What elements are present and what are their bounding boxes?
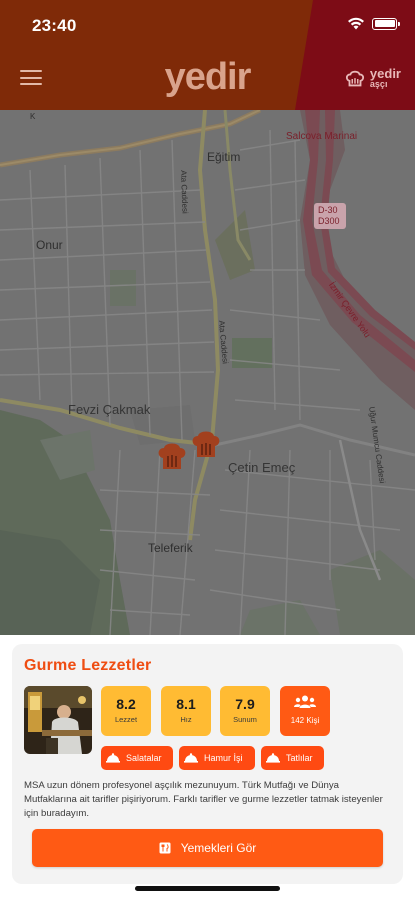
chef-photo <box>24 686 92 754</box>
tag-label: Tatlılar <box>286 753 313 763</box>
chef-detail-sheet: Gurme Lezzetler 8.2 Lezzet 8.1 Hız 7.9 S… <box>0 635 415 900</box>
map-view[interactable]: Eğitim Onur Fevzi Çakmak Çetin Emeç Tele… <box>0 110 415 635</box>
status-time: 23:40 <box>32 16 77 35</box>
score-value: 8.2 <box>116 696 136 712</box>
category-tag-hamur-isi[interactable]: Hamur İşi <box>179 746 255 770</box>
brand-link[interactable]: yedir aşçı <box>344 67 401 90</box>
battery-icon <box>372 17 400 30</box>
cloche-icon <box>106 753 120 763</box>
people-count-badge: 142 Kişi <box>280 686 330 736</box>
category-tag-tatlilar[interactable]: Tatlılar <box>261 746 324 770</box>
tag-label: Hamur İşi <box>204 753 243 763</box>
wifi-icon <box>348 17 364 30</box>
map-label-onur: Onur <box>36 238 63 252</box>
chef-hat-pin-icon <box>192 431 220 457</box>
map-label-ata-caddesi: Ata Caddesi <box>179 170 190 214</box>
tag-label: Salatalar <box>126 753 162 763</box>
map-label-cetin-emec: Çetin Emeç <box>228 460 296 475</box>
map-label-teleferik: Teleferik <box>148 541 193 555</box>
score-label: Lezzet <box>114 715 138 724</box>
view-dishes-label: Yemekleri Gör <box>180 841 257 855</box>
home-indicator[interactable] <box>135 886 280 891</box>
people-count: 142 Kişi <box>290 716 320 725</box>
map-pin-chef-2[interactable] <box>190 428 222 462</box>
score-value: 8.1 <box>176 696 196 712</box>
cloche-icon <box>184 753 198 763</box>
status-icons <box>347 17 400 30</box>
chef-card: Gurme Lezzetler 8.2 Lezzet 8.1 Hız 7.9 S… <box>12 644 403 884</box>
score-hiz: 8.1 Hız <box>161 686 211 736</box>
map-label-d300: D300 <box>318 216 340 226</box>
score-label: Sunum <box>233 715 257 724</box>
score-label: Hız <box>180 715 192 724</box>
chef-name: Gurme Lezzetler <box>24 657 152 674</box>
map-label-d30: D-30 <box>318 205 338 215</box>
map-canvas <box>0 110 415 635</box>
score-lezzet: 8.2 Lezzet <box>101 686 151 736</box>
map-pin-chef-1[interactable] <box>156 440 188 474</box>
map-label-k: K <box>30 112 36 121</box>
map-label-egitim: Eğitim <box>207 150 241 164</box>
app-screen: 23:40 yedir yedir aşçı Eğitim Onur Fevzi… <box>0 0 415 900</box>
chef-hat-pin-icon <box>158 443 186 469</box>
category-tag-salatalar[interactable]: Salatalar <box>101 746 173 770</box>
map-label-salcova: Salcova Marinai <box>286 131 358 142</box>
view-dishes-button[interactable]: Yemekleri Gör <box>32 829 383 867</box>
chef-hat-icon <box>345 70 364 87</box>
cloche-icon <box>266 753 280 763</box>
score-value: 7.9 <box>235 696 255 712</box>
app-header: 23:40 yedir yedir aşçı <box>0 0 415 110</box>
people-icon <box>294 695 316 708</box>
map-label-fevzi-cakmak: Fevzi Çakmak <box>68 402 151 417</box>
chef-description: MSA uzun dönem profesyonel aşçılık mezun… <box>24 780 383 819</box>
menu-book-icon <box>159 842 171 854</box>
score-sunum: 7.9 Sunum <box>220 686 270 736</box>
